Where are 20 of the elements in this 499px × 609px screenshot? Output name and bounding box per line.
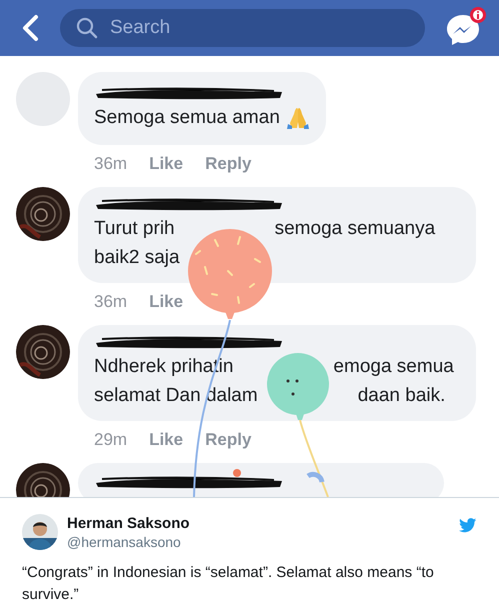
tweet-text: “Congrats” in Indonesian is “selamat”. Selamat also means “to survive.” xyxy=(22,563,435,605)
comment-text: selamat Dan dalam xyxy=(94,384,258,408)
comment-text: daan baik. xyxy=(358,384,446,408)
like-link[interactable]: Like xyxy=(149,153,184,175)
comment-time: 36m xyxy=(94,291,128,313)
like-link[interactable]: Like xyxy=(149,429,184,451)
comment-time: 29m xyxy=(94,429,128,451)
like-link[interactable]: Like xyxy=(149,291,184,313)
comment-text: semoga semuanya xyxy=(274,217,436,241)
reply-link[interactable]: Reply xyxy=(205,153,252,175)
author-name[interactable]: Herman Saksono xyxy=(67,514,450,532)
comment-text: Semoga semua aman xyxy=(94,106,280,130)
author-handle[interactable]: @hermansaksono xyxy=(67,534,450,550)
comment-time: 36m xyxy=(94,153,128,175)
search-field[interactable]: Search xyxy=(60,9,425,47)
comment-text: emoga semua xyxy=(333,355,454,379)
comment-text: baik2 saja xyxy=(94,246,180,270)
comment-text: Turut prih xyxy=(94,217,175,241)
comment-text: Ndherek prihatin xyxy=(94,355,234,379)
reply-link[interactable]: Reply xyxy=(205,429,252,451)
